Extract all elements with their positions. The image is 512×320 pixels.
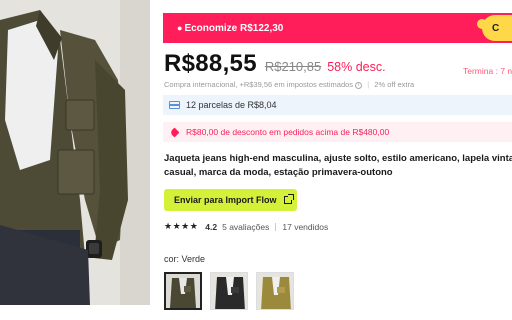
reviews-count[interactable]: 5 avaliações xyxy=(222,222,269,232)
installments-text: 12 parcelas de R$8,04 xyxy=(186,100,277,110)
price-row: R$88,55 R$210,85 58% desc. xyxy=(164,50,386,78)
color-swatches xyxy=(164,272,302,310)
coin-badge[interactable]: C xyxy=(477,15,512,41)
swatch-verde[interactable] xyxy=(164,272,202,310)
color-label: cor: Verde xyxy=(164,254,206,264)
import-button-label: Enviar para Import Flow xyxy=(174,195,277,205)
sale-timer: Termina : 7 no xyxy=(463,66,512,76)
current-price: R$88,55 xyxy=(164,50,257,77)
rating-row: ★★★★ 4.2 5 avaliações 17 vendidos xyxy=(164,221,328,232)
divider xyxy=(275,222,277,231)
tag-icon xyxy=(169,127,180,137)
star-rating-icon: ★★★★ xyxy=(164,221,199,231)
import-flow-button[interactable]: Enviar para Import Flow xyxy=(164,189,297,211)
coupon-text: R$80,00 de desconto em pedidos acima de … xyxy=(186,127,390,137)
product-title: Jaqueta jeans high-end masculina, ajuste… xyxy=(164,152,512,180)
tax-info: Compra internacional, +R$39,56 em impost… xyxy=(164,80,414,89)
coupon-bar[interactable]: R$80,00 de desconto em pedidos acima de … xyxy=(163,122,512,142)
discount-percent: 58% desc. xyxy=(327,60,386,74)
savings-banner: ● Economize R$122,30 C xyxy=(163,13,512,43)
swatch-preto[interactable] xyxy=(210,272,248,310)
separator: | xyxy=(367,80,370,89)
credit-card-icon xyxy=(169,101,180,109)
external-link-icon xyxy=(283,194,294,204)
tax-text: Compra internacional, +R$39,56 em impost… xyxy=(164,80,354,89)
savings-text: Economize R$122,30 xyxy=(184,22,284,34)
swatch-amarelo[interactable] xyxy=(256,272,294,310)
title-line-2: casual, marca da moda, estação primavera… xyxy=(164,167,393,178)
title-line-1: Jaqueta jeans high-end masculina, ajuste… xyxy=(164,153,512,164)
fire-icon: ● xyxy=(177,23,183,33)
installments-bar[interactable]: 12 parcelas de R$8,04 xyxy=(163,95,512,115)
info-icon[interactable]: i xyxy=(355,81,363,89)
original-price: R$210,85 xyxy=(264,59,322,74)
coin-label: C xyxy=(492,22,500,34)
rating-score: 4.2 xyxy=(205,221,218,232)
extra-discount: 2% off extra xyxy=(374,80,415,89)
sold-count: 17 vendidos xyxy=(282,221,329,232)
product-image xyxy=(0,0,150,305)
